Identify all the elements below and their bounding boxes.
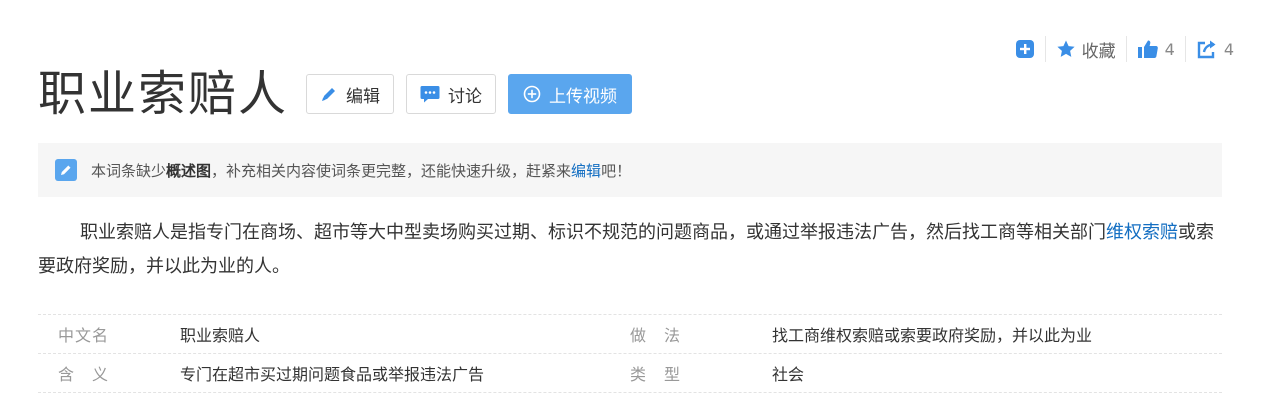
discuss-button[interactable]: 讨论	[406, 74, 497, 114]
info-value: 专门在超市买过期问题食品或举报违法广告	[180, 365, 485, 384]
info-key: 含 义	[58, 365, 110, 384]
edit-button[interactable]: 编辑	[306, 74, 395, 114]
info-row: 中文名 职业索赔人 做 法 找工商维权索赔或索要政府奖励，并以此为业	[38, 314, 1222, 353]
page-title: 职业索赔人	[38, 66, 289, 122]
favorite-button[interactable]: 收藏	[1044, 36, 1126, 62]
basic-info-table: 中文名 职业索赔人 做 法 找工商维权索赔或索要政府奖励，并以此为业 含 义 专…	[38, 314, 1222, 393]
summary-paragraph: 职业索赔人是指专门在商场、超市等大中型卖场购买过期、标识不规范的问题商品，或通过…	[38, 216, 1220, 284]
notice-prefix: 本词条缺少	[91, 161, 167, 180]
notice-middle: ，补充相关内容使词条更完整，还能快速升级，赶紧来	[211, 161, 572, 180]
title-row: 职业索赔人 编辑 讨论 上传视频	[38, 62, 644, 126]
info-key: 中文名	[58, 326, 110, 345]
edit-square-icon	[55, 159, 77, 181]
chat-icon	[420, 86, 440, 103]
share-button[interactable]: 4	[1184, 36, 1244, 62]
like-button[interactable]: 4	[1125, 36, 1185, 62]
share-count: 4	[1223, 39, 1234, 59]
notice-missing-item: 概述图	[166, 161, 212, 180]
summary-link[interactable]: 维权索赔	[1106, 222, 1178, 243]
summary-text-1: 职业索赔人是指专门在商场、超市等大中型卖场购买过期、标识不规范的问题商品，或通过…	[80, 222, 1106, 243]
info-value: 找工商维权索赔或索要政府奖励，并以此为业	[772, 326, 1093, 345]
favorite-label: 收藏	[1081, 41, 1116, 62]
notice-suffix: 吧！	[601, 161, 632, 180]
like-count: 4	[1164, 39, 1175, 59]
plus-circle-icon	[523, 85, 541, 103]
plus-square-icon	[1015, 40, 1034, 58]
thumbs-up-icon	[1137, 40, 1158, 58]
notice-bar: 本词条缺少 概述图 ，补充相关内容使词条更完整，还能快速升级，赶紧来 编辑 吧！	[38, 143, 1222, 197]
star-icon	[1057, 40, 1075, 57]
toolbar: 收藏 4 4	[1005, 36, 1244, 62]
pencil-icon	[322, 88, 336, 101]
discuss-button-label: 讨论	[448, 86, 483, 107]
info-key: 类 型	[630, 365, 682, 384]
info-value: 职业索赔人	[180, 326, 261, 345]
notice-edit-link[interactable]: 编辑	[571, 160, 601, 181]
info-row: 含 义 专门在超市买过期问题食品或举报违法广告 类 型 社会	[38, 353, 1222, 393]
share-icon	[1197, 40, 1216, 59]
edit-button-label: 编辑	[346, 86, 381, 107]
upload-video-label: 上传视频	[549, 86, 618, 107]
upload-video-button[interactable]: 上传视频	[508, 74, 633, 114]
add-button[interactable]	[1005, 36, 1045, 62]
info-key: 做 法	[630, 326, 682, 345]
info-value: 社会	[772, 365, 805, 384]
